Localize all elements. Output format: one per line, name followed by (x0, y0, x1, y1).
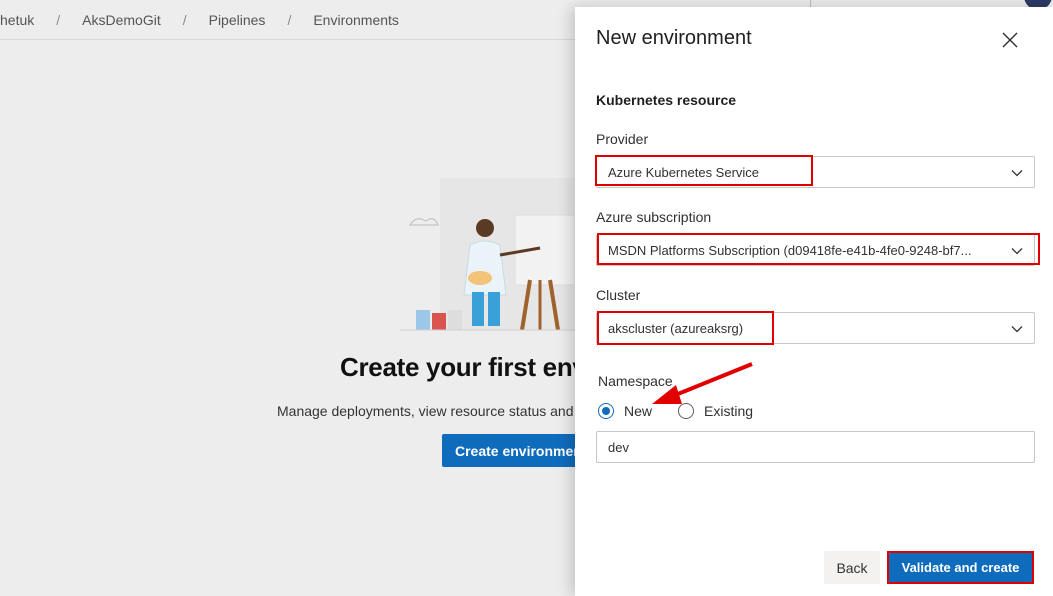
namespace-new-radio[interactable] (598, 403, 614, 419)
empty-state-subtitle: Manage deployments, view resource status… (277, 403, 585, 419)
close-icon[interactable] (999, 29, 1021, 51)
section-title: Kubernetes resource (596, 92, 737, 108)
breadcrumb-item-org[interactable]: hetuk (0, 12, 34, 28)
chevron-down-icon (1011, 170, 1023, 177)
breadcrumb-item-pipelines[interactable]: Pipelines (209, 12, 266, 28)
namespace-label: Namespace (598, 373, 673, 389)
panel-title: New environment (596, 27, 752, 49)
validate-and-create-button[interactable]: Validate and create (889, 552, 1032, 583)
provider-value: Azure Kubernetes Service (608, 164, 760, 180)
breadcrumb-item-project[interactable]: AksDemoGit (82, 12, 161, 28)
subscription-dropdown[interactable]: MSDN Platforms Subscription (d09418fe-e4… (596, 234, 1035, 266)
provider-label: Provider (596, 131, 649, 147)
empty-state-title: Create your first env (340, 352, 587, 382)
namespace-existing-radio[interactable] (678, 403, 695, 419)
namespace-radio-group: New Existing (598, 403, 779, 419)
new-environment-panel: New environment Kubernetes resource Prov… (575, 7, 1053, 596)
back-button[interactable]: Back (824, 551, 880, 584)
chevron-down-icon (1011, 248, 1023, 255)
cluster-dropdown[interactable]: akscluster (azureaksrg) (596, 312, 1035, 344)
cluster-value: akscluster (azureaksrg) (608, 320, 744, 336)
breadcrumb-item-environments[interactable]: Environments (313, 12, 399, 28)
subscription-label: Azure subscription (596, 209, 712, 225)
breadcrumb-separator: / (56, 11, 61, 28)
painter-illustration (400, 178, 580, 331)
subscription-value: MSDN Platforms Subscription (d09418fe-e4… (608, 242, 972, 258)
cluster-label: Cluster (596, 287, 641, 303)
provider-dropdown[interactable]: Azure Kubernetes Service (596, 156, 1035, 188)
namespace-existing-label[interactable]: Existing (704, 403, 753, 419)
breadcrumb-separator: / (182, 11, 187, 28)
breadcrumb-separator: / (287, 11, 292, 28)
chevron-down-icon (1011, 326, 1023, 333)
namespace-new-label[interactable]: New (624, 403, 652, 419)
namespace-input[interactable] (596, 431, 1035, 463)
